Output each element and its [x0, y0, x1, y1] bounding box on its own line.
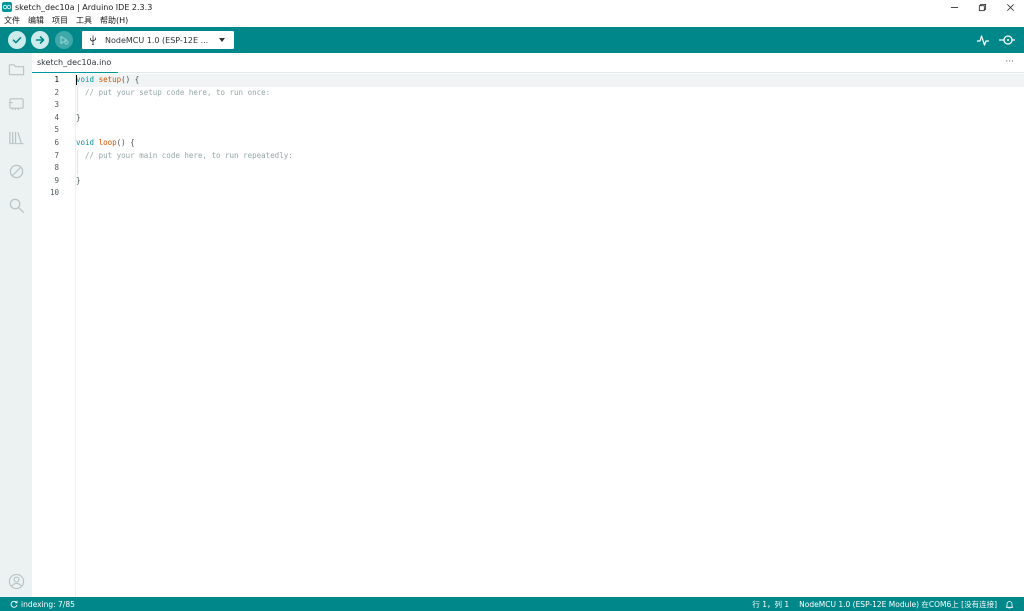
restore-icon — [978, 3, 986, 11]
restore-button[interactable] — [968, 0, 996, 14]
code-token: } — [76, 175, 81, 185]
window-title: sketch_dec10a | Arduino IDE 2.3.3 — [15, 2, 153, 12]
line-number: 8 — [54, 163, 59, 173]
code-editor[interactable]: 1 2 3 4 5 6 7 8 9 10 void setup() { // put your s… — [32, 74, 1024, 597]
sidebar-item-library-manager[interactable] — [7, 128, 25, 146]
folder-icon — [8, 63, 24, 75]
menu-bar: 文件 编辑 项目 工具 帮助(H) — [0, 14, 1024, 27]
line-number: 3 — [54, 100, 59, 110]
debug-icon — [60, 35, 69, 45]
code-token: // put your main code here, to run repea… — [76, 150, 293, 160]
usb-icon — [90, 35, 96, 45]
text-cursor — [76, 75, 77, 85]
code-token: () { — [121, 75, 140, 84]
indent-guide — [77, 86, 78, 112]
account-icon — [8, 573, 24, 589]
code-line[interactable] — [76, 162, 1024, 175]
library-icon — [8, 131, 24, 144]
board-manager-icon — [8, 97, 24, 110]
code-token: // put your setup code here, to run once… — [76, 87, 271, 97]
debug-disabled-icon — [9, 164, 23, 178]
window-controls — [940, 0, 1024, 14]
board-selector-label: NodeMCU 1.0 (ESP-12E ... — [105, 35, 209, 45]
search-icon — [9, 198, 24, 213]
code-line[interactable]: } — [76, 175, 1024, 188]
cursor-position: 行 1，列 1 — [752, 599, 790, 609]
menu-help[interactable]: 帮助(H) — [100, 15, 128, 26]
code-line[interactable]: void setup() { — [76, 74, 1024, 87]
activity-sidebar — [0, 53, 32, 597]
close-icon — [1006, 3, 1014, 11]
serial-monitor-icon[interactable] — [998, 33, 1016, 47]
arduino-logo-icon — [2, 2, 12, 12]
sidebar-item-debug[interactable] — [7, 162, 25, 180]
minimize-icon — [950, 6, 958, 8]
code-line[interactable]: // put your setup code here, to run once… — [76, 87, 1024, 100]
close-button[interactable] — [996, 0, 1024, 14]
code-area[interactable]: void setup() { // put your setup code he… — [76, 74, 1024, 597]
sidebar-item-sketchbook[interactable] — [7, 60, 25, 78]
line-number: 7 — [54, 150, 59, 160]
line-number: 6 — [54, 138, 59, 147]
tab-label: sketch_dec10a.ino — [37, 58, 112, 67]
code-token: void — [76, 75, 95, 84]
menu-tools[interactable]: 工具 — [76, 15, 92, 26]
chevron-down-icon — [219, 38, 225, 42]
line-number: 9 — [54, 175, 59, 185]
sidebar-item-profile[interactable] — [7, 572, 25, 590]
sidebar-item-boards-manager[interactable] — [7, 94, 25, 112]
sidebar-item-search[interactable] — [7, 196, 25, 214]
code-token: setup — [98, 75, 122, 84]
menu-edit[interactable]: 编辑 — [28, 15, 44, 26]
more-actions-icon[interactable]: ··· — [1005, 57, 1014, 67]
board-selector[interactable]: NodeMCU 1.0 (ESP-12E ... — [82, 31, 234, 49]
bell-icon[interactable] — [1005, 600, 1014, 609]
line-number-gutter: 1 2 3 4 5 6 7 8 9 10 — [32, 74, 76, 597]
sync-icon — [10, 600, 18, 608]
line-number: 10 — [49, 188, 59, 198]
indent-guide — [77, 149, 78, 175]
line-number: 1 — [54, 75, 59, 84]
menu-sketch[interactable]: 项目 — [52, 15, 68, 26]
code-line[interactable]: // put your main code here, to run repea… — [76, 150, 1024, 163]
line-number: 4 — [54, 112, 59, 122]
check-icon — [12, 37, 22, 44]
upload-button[interactable] — [31, 31, 49, 49]
line-number: 2 — [54, 87, 59, 97]
code-line[interactable] — [76, 187, 1024, 200]
serial-plotter-icon[interactable] — [976, 33, 990, 47]
menu-file[interactable]: 文件 — [4, 15, 20, 26]
tab-sketch-file[interactable]: sketch_dec10a.ino — [32, 53, 119, 73]
code-token: loop — [98, 138, 117, 147]
code-token: void — [76, 138, 95, 147]
debug-button[interactable] — [55, 31, 73, 49]
arrow-right-icon — [35, 36, 45, 44]
minimize-button[interactable] — [940, 0, 968, 14]
line-number: 5 — [54, 125, 59, 135]
status-bar: indexing: 7/85 行 1，列 1 NodeMCU 1.0 (ESP-… — [0, 597, 1024, 611]
code-line[interactable]: } — [76, 112, 1024, 125]
indexing-status: indexing: 7/85 — [21, 599, 75, 609]
code-token: () { — [116, 138, 135, 147]
code-line[interactable]: void loop() { — [76, 137, 1024, 150]
toolbar: NodeMCU 1.0 (ESP-12E ... — [0, 27, 1024, 53]
title-bar: sketch_dec10a | Arduino IDE 2.3.3 — [0, 0, 1024, 14]
board-port-status[interactable]: NodeMCU 1.0 (ESP-12E Module) 在COM6上 [没有连… — [799, 599, 997, 610]
code-line[interactable] — [76, 124, 1024, 137]
code-token: } — [76, 112, 81, 122]
code-line[interactable] — [76, 99, 1024, 112]
editor-tabs: sketch_dec10a.ino ··· — [32, 53, 1024, 73]
verify-button[interactable] — [8, 31, 26, 49]
